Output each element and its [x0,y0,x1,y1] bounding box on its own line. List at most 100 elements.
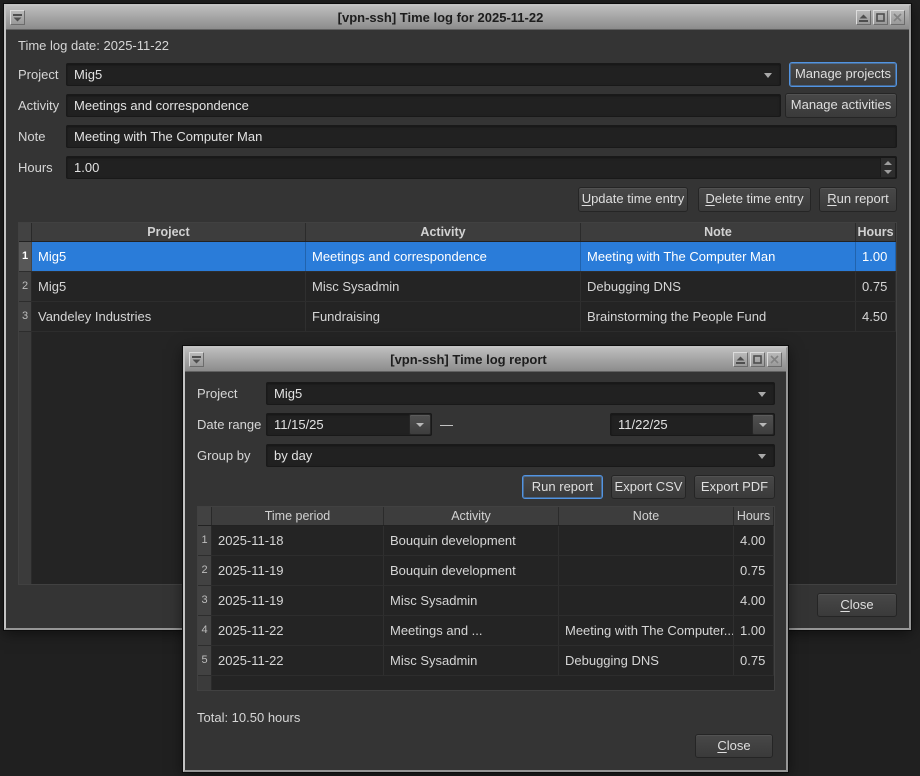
row-number: 1 [198,526,212,555]
shade-icon [736,356,745,364]
column-header-project[interactable]: Project [32,223,306,241]
table-body: 1 2025-11-18 Bouquin development 4.00 2 … [198,526,774,676]
note-input[interactable]: Meeting with The Computer Man [66,125,897,148]
update-time-entry-button[interactable]: Update time entry [578,187,688,212]
dialog-run-report-button[interactable]: Run report [522,475,603,499]
cell-hours: 1.00 [734,616,774,645]
window-menu-button[interactable] [189,352,204,367]
time-entry-row[interactable]: 2 Mig5 Misc Sysadmin Debugging DNS 0.75 [19,272,896,302]
report-row[interactable]: 4 2025-11-22 Meetings and ... Meeting wi… [198,616,774,646]
maximize-icon [753,355,762,364]
row-number: 5 [198,646,212,675]
cell-time-period: 2025-11-22 [212,616,384,645]
cell-activity: Misc Sysadmin [384,586,559,615]
cell-hours: 4.50 [856,302,896,331]
chevron-down-icon [416,423,424,427]
date-end-input[interactable]: 11/22/25 [610,413,775,436]
group-by-label: Group by [197,444,250,467]
dialog-title: [vpn-ssh] Time log report [208,352,729,367]
close-icon [770,355,779,364]
report-row[interactable]: 1 2025-11-18 Bouquin development 4.00 [198,526,774,556]
delete-time-entry-button[interactable]: Delete time entry [698,187,811,212]
group-by-combobox[interactable]: by day [266,444,775,467]
total-hours-label: Total: 10.50 hours [197,706,300,729]
chevron-down-icon [759,423,767,427]
cell-note [559,586,734,615]
cell-activity: Bouquin development [384,556,559,585]
manage-projects-button[interactable]: Manage projects [789,62,897,87]
cell-project: Mig5 [32,272,306,301]
hours-label: Hours [18,156,53,179]
date-range-label: Date range [197,413,261,436]
maximize-button[interactable] [750,352,765,367]
row-number: 3 [19,302,32,331]
main-close-button[interactable]: Close [817,593,897,617]
cell-hours: 0.75 [734,556,774,585]
spin-down-icon[interactable] [881,168,895,178]
activity-input[interactable]: Meetings and correspondence [66,94,781,117]
export-csv-button[interactable]: Export CSV [611,475,686,499]
dialog-close-button[interactable]: Close [695,734,773,758]
export-pdf-button[interactable]: Export PDF [694,475,775,499]
date-start-input[interactable]: 11/15/25 [266,413,432,436]
report-row[interactable]: 3 2025-11-19 Misc Sysadmin 4.00 [198,586,774,616]
time-entry-row[interactable]: 1 Mig5 Meetings and correspondence Meeti… [19,242,896,272]
cell-activity: Meetings and correspondence [306,242,581,271]
report-project-combobox[interactable]: Mig5 [266,382,775,405]
column-header-time-period[interactable]: Time period [212,507,384,525]
cell-time-period: 2025-11-19 [212,586,384,615]
row-number: 1 [19,242,32,271]
cell-hours: 1.00 [856,242,896,271]
date-end-dropdown-button[interactable] [752,414,774,435]
report-row[interactable]: 5 2025-11-22 Misc Sysadmin Debugging DNS… [198,646,774,676]
cell-note: Meeting with The Computer Man [581,242,856,271]
cell-note: Meeting with The Computer... [559,616,734,645]
column-header-activity[interactable]: Activity [384,507,559,525]
hours-spinner[interactable] [880,158,895,177]
close-window-button[interactable] [767,352,782,367]
main-window-title: [vpn-ssh] Time log for 2025-11-22 [29,10,852,25]
row-number: 2 [19,272,32,301]
main-titlebar[interactable]: [vpn-ssh] Time log for 2025-11-22 [6,6,909,30]
cell-time-period: 2025-11-19 [212,556,384,585]
project-label: Project [197,382,237,405]
window-controls [856,10,905,25]
table-header: Time period Activity Note Hours [198,507,774,526]
hours-spinbox[interactable]: 1.00 [66,156,897,179]
cell-note: Debugging DNS [581,272,856,301]
row-number: 3 [198,586,212,615]
shade-icon [859,14,868,22]
column-header-note[interactable]: Note [581,223,856,241]
time-entry-row[interactable]: 3 Vandeley Industries Fundraising Brains… [19,302,896,332]
cell-note: Debugging DNS [559,646,734,675]
cell-note: Brainstorming the People Fund [581,302,856,331]
cell-activity: Misc Sysadmin [306,272,581,301]
shade-button[interactable] [733,352,748,367]
column-header-hours[interactable]: Hours [734,507,774,525]
column-header-note[interactable]: Note [559,507,734,525]
cell-project: Vandeley Industries [32,302,306,331]
date-start-dropdown-button[interactable] [409,414,431,435]
run-report-button[interactable]: Run report [819,187,897,212]
project-combobox[interactable]: Mig5 [66,63,781,86]
cell-time-period: 2025-11-22 [212,646,384,675]
cell-note [559,526,734,555]
cell-note [559,556,734,585]
manage-activities-button[interactable]: Manage activities [785,93,897,118]
report-row[interactable]: 2 2025-11-19 Bouquin development 0.75 [198,556,774,586]
cell-project: Mig5 [32,242,306,271]
report-table: Time period Activity Note Hours 1 2025-1… [197,506,775,691]
spin-up-icon[interactable] [881,158,895,168]
column-header-hours[interactable]: Hours [856,223,896,241]
maximize-button[interactable] [873,10,888,25]
window-menu-button[interactable] [10,10,25,25]
close-window-button[interactable] [890,10,905,25]
shade-button[interactable] [856,10,871,25]
dialog-titlebar[interactable]: [vpn-ssh] Time log report [185,348,786,372]
hours-value: 1.00 [74,160,99,175]
window-menu-icon [13,14,22,22]
maximize-icon [876,13,885,22]
column-header-activity[interactable]: Activity [306,223,581,241]
cell-hours: 4.00 [734,586,774,615]
window-controls [733,352,782,367]
